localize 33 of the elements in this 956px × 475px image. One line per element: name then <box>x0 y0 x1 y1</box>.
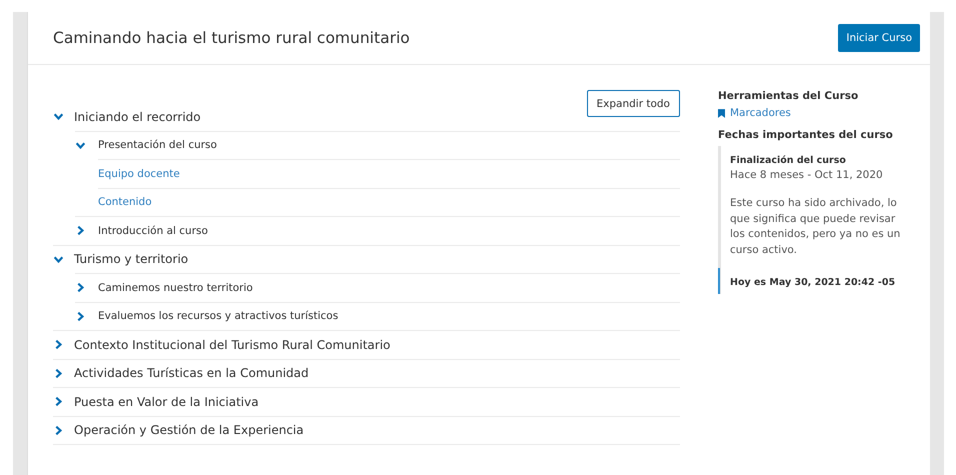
section-title[interactable]: Puesta en Valor de la Iniciativa <box>74 394 259 409</box>
chevron-right-icon[interactable] <box>53 368 64 379</box>
start-course-button[interactable]: Iniciar Curso <box>838 24 920 52</box>
date-title: Hoy es May 30, 2021 20:42 -05 <box>730 277 896 288</box>
unit-link[interactable]: Equipo docente <box>98 168 180 180</box>
bookmark-icon <box>718 108 725 118</box>
section-title[interactable]: Operación y Gestión de la Experiencia <box>74 423 304 438</box>
chevron-right-icon[interactable] <box>53 424 64 436</box>
subsection-title[interactable]: Presentación del curso <box>98 139 217 152</box>
section-title[interactable]: Actividades Turísticas en la Comunidad <box>74 366 309 380</box>
section-title[interactable]: Iniciando el recorrido <box>74 110 201 124</box>
chevron-right-icon[interactable] <box>53 339 64 350</box>
section-title[interactable]: Contexto Institucional del Turismo Rural Comunitario <box>74 338 390 352</box>
bookmarks-link[interactable]: Marcadores <box>730 107 791 119</box>
chevron-down-icon[interactable] <box>53 254 64 265</box>
subsection-title[interactable]: Introducción al curso <box>98 224 208 237</box>
subsection-title[interactable]: Evaluemos los recursos y atractivos turísticos <box>98 310 338 322</box>
dates-heading: Fechas importantes del curso <box>718 129 894 141</box>
section-title[interactable]: Turismo y territorio <box>74 252 188 266</box>
date-title: Finalización del curso <box>730 155 847 166</box>
tools-heading: Herramientas del Curso <box>718 90 860 102</box>
unit-link[interactable]: Contenido <box>98 196 152 208</box>
chevron-right-icon[interactable] <box>75 310 86 322</box>
chevron-down-icon[interactable] <box>53 111 64 122</box>
expand-all-button[interactable]: Expandir todo <box>586 90 680 117</box>
chevron-right-icon[interactable] <box>75 282 86 294</box>
chevron-right-icon[interactable] <box>53 396 64 408</box>
date-note: Este curso ha sido archivado, lo que significa que puede revisar los contenidos, pero ya no es un curso activo. <box>730 196 902 258</box>
course-title: Caminando hacia el turismo rural comunitario <box>53 29 410 47</box>
date-text: Hace 8 meses - Oct 11, 2020 <box>730 169 884 181</box>
chevron-down-icon[interactable] <box>75 140 86 151</box>
chevron-right-icon[interactable] <box>75 225 86 236</box>
subsection-title[interactable]: Caminemos nuestro territorio <box>98 282 253 294</box>
